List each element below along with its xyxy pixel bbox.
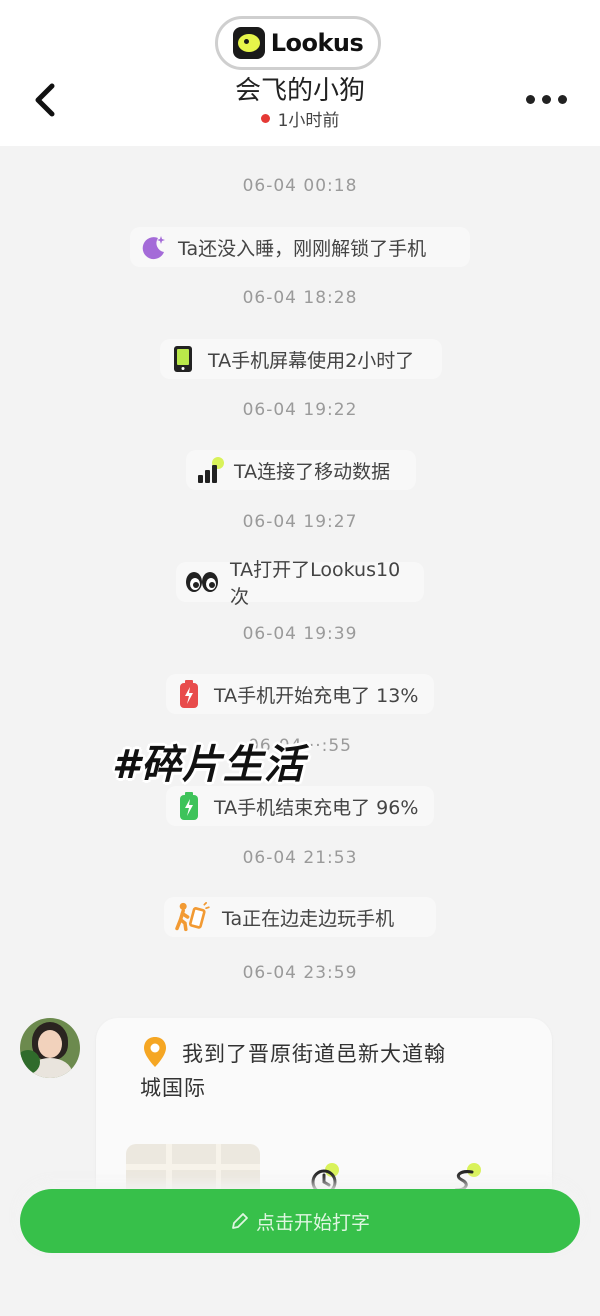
- online-dot-icon: [260, 114, 270, 123]
- activity-event: TA手机结束充电了 96%: [166, 786, 434, 826]
- activity-text: TA手机结束充电了 96%: [214, 796, 419, 819]
- start-typing-label: 点击开始打字: [255, 1211, 370, 1234]
- battery-low-icon: [180, 680, 198, 708]
- activity-text: TA手机开始充电了 13%: [214, 684, 419, 707]
- avatar[interactable]: [20, 1018, 80, 1078]
- eyes-icon: [186, 572, 218, 592]
- presence-text: 1小时前: [277, 111, 340, 131]
- timestamp: 06-04 23:59: [242, 963, 358, 983]
- location-pin-icon: [144, 1037, 166, 1067]
- brand-name: Lookus: [270, 29, 364, 57]
- timestamp: 06-04 19:27: [242, 512, 358, 532]
- activity-event: Ta正在边走边玩手机: [164, 897, 436, 937]
- activity-text: Ta还没入睡，刚刚解锁了手机: [178, 237, 427, 260]
- activity-event: Ta还没入睡，刚刚解锁了手机: [130, 227, 470, 267]
- activity-event: TA连接了移动数据: [186, 450, 416, 490]
- timestamp: 06-04 18:28: [242, 288, 358, 308]
- more-dots-icon: [526, 94, 535, 104]
- location-text-line1: 我到了晋原街道邑新大道翰: [182, 1042, 446, 1066]
- top-bar: Lookus 会飞的小狗 1小时前: [0, 0, 600, 146]
- phone-screen-icon: [174, 346, 192, 372]
- activity-event: TA手机屏幕使用2小时了: [160, 339, 442, 379]
- activity-text: Ta正在边走边玩手机: [222, 907, 395, 930]
- timestamp: 06-04 00:18: [242, 176, 358, 196]
- activity-event: TA手机开始充电了 13%: [166, 674, 434, 714]
- presence-status: 1小时前: [0, 106, 600, 131]
- start-typing-button[interactable]: 点击开始打字: [20, 1189, 580, 1253]
- activity-text: TA打开了Lookus10次: [230, 559, 401, 608]
- signal-bars-icon: [198, 457, 224, 483]
- pencil-icon: [232, 1213, 248, 1229]
- activity-event: TA打开了Lookus10次: [176, 559, 424, 608]
- timestamp: 06-04 19:39: [242, 624, 358, 644]
- walking-phone-icon: [175, 902, 210, 932]
- timestamp: 06-04 19:22: [242, 400, 358, 420]
- more-options-button[interactable]: [526, 86, 580, 112]
- brand-badge: Lookus: [215, 16, 381, 70]
- timestamp: 06-04 21:53: [242, 848, 358, 868]
- hashtag-overlay: #碎片生活: [112, 742, 305, 788]
- activity-text: TA手机屏幕使用2小时了: [208, 349, 415, 372]
- moon-icon: [142, 236, 165, 260]
- location-text-line2: 城国际: [140, 1076, 206, 1100]
- activity-text: TA连接了移动数据: [234, 460, 391, 483]
- lookus-logo-icon: [232, 27, 265, 59]
- contact-name[interactable]: 会飞的小狗: [0, 70, 600, 107]
- battery-full-icon: [180, 792, 198, 820]
